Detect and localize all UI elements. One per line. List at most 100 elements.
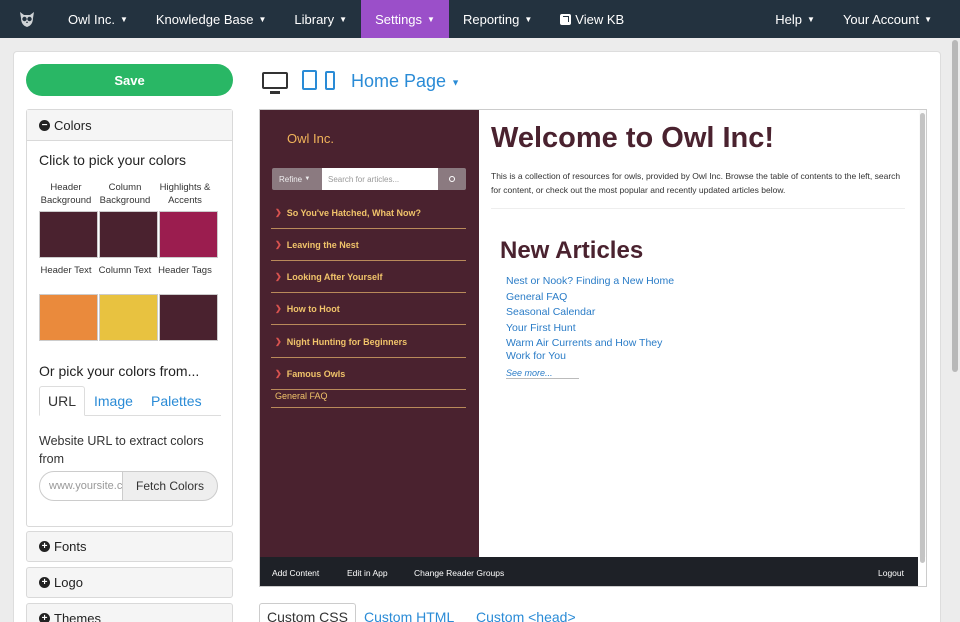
page-select-dropdown[interactable]: Home Page ▼ xyxy=(351,71,460,92)
sidebar-item[interactable]: ❯ Looking After Yourself xyxy=(271,261,466,293)
device-switcher xyxy=(262,70,335,94)
nav-reporting[interactable]: Reporting ▼ xyxy=(449,0,546,38)
swatch-label: Header Background xyxy=(40,182,92,206)
nav-owl-inc[interactable]: Owl Inc. ▼ xyxy=(54,0,142,38)
nav-your-account[interactable]: Your Account ▼ xyxy=(829,0,960,38)
color-swatch-column-background[interactable] xyxy=(99,211,158,258)
tab-custom-html[interactable]: Custom HTML xyxy=(364,609,454,622)
sidebar-item-label: Looking After Yourself xyxy=(286,271,383,282)
panel-title: Colors xyxy=(54,117,92,133)
page-scrollbar[interactable] xyxy=(950,38,960,622)
tab-palettes[interactable]: Palettes xyxy=(151,386,202,416)
scrollbar-thumb[interactable] xyxy=(952,40,958,372)
sidebar-item[interactable]: ❯ Famous Owls xyxy=(271,358,466,390)
edit-in-app-link[interactable]: Edit in App xyxy=(347,568,388,578)
panel-title: Themes xyxy=(54,611,101,622)
swatch-label: Header Text xyxy=(40,265,92,276)
chevron-down-icon: ▼ xyxy=(524,14,533,24)
color-swatch-header-background[interactable] xyxy=(39,211,98,258)
see-more-link[interactable]: See more... xyxy=(506,368,579,379)
article-link[interactable]: Seasonal Calendar xyxy=(506,305,686,321)
preview-title: Welcome to Owl Inc! xyxy=(491,122,775,154)
preview-brand[interactable]: Owl Inc. xyxy=(287,131,334,146)
tab-custom-head[interactable]: Custom <head> xyxy=(476,609,576,622)
chevron-down-icon: ▼ xyxy=(304,176,311,182)
sidebar-item-label: Leaving the Nest xyxy=(286,239,359,250)
nav-label: Library xyxy=(294,11,335,27)
website-url-input[interactable]: www.yoursite.com xyxy=(39,471,123,501)
plus-circle-icon: + xyxy=(39,577,50,588)
chevron-right-icon: ❯ xyxy=(275,369,282,378)
sidebar-item[interactable]: ❯ Night Hunting for Beginners xyxy=(271,326,466,358)
tab-image[interactable]: Image xyxy=(94,386,133,416)
page-select-label: Home Page xyxy=(351,71,447,91)
nav-library[interactable]: Library ▼ xyxy=(280,0,361,38)
color-swatch-highlights[interactable] xyxy=(159,211,218,258)
article-link[interactable]: General FAQ xyxy=(506,290,686,306)
chevron-right-icon: ❯ xyxy=(275,272,282,281)
color-swatch-header-text[interactable] xyxy=(39,294,98,341)
search-button[interactable] xyxy=(438,168,466,190)
color-source-tabs: URL Image Palettes xyxy=(39,386,221,416)
nav-label: Your Account xyxy=(842,11,920,27)
sidebar-item[interactable]: ❯ How to Hoot xyxy=(271,293,466,325)
nav-label: Settings xyxy=(375,11,423,27)
nav-settings[interactable]: Settings ▼ xyxy=(361,0,449,38)
external-link-icon xyxy=(560,13,572,25)
nav-view-kb[interactable]: View KB xyxy=(546,0,638,38)
chevron-right-icon: ❯ xyxy=(275,304,282,313)
plus-circle-icon: + xyxy=(39,541,50,552)
colors-panel: − Colors Click to pick your colors Header… xyxy=(26,109,233,527)
preview-search-input[interactable]: Search for articles... xyxy=(322,168,438,190)
colors-panel-header[interactable]: − Colors xyxy=(27,110,232,141)
fetch-colors-button[interactable]: Fetch Colors xyxy=(122,471,218,501)
chevron-right-icon: ❯ xyxy=(275,337,282,346)
logout-link[interactable]: Logout xyxy=(878,568,904,578)
chevron-down-icon: ▼ xyxy=(339,14,348,24)
desktop-icon[interactable] xyxy=(262,71,288,94)
panel-title: Logo xyxy=(54,575,83,590)
chevron-down-icon: ▼ xyxy=(258,14,267,24)
kb-preview: Owl Inc. Refine ▼ Search for articles...… xyxy=(259,109,927,587)
divider xyxy=(491,208,905,209)
chevron-down-icon: ▼ xyxy=(119,14,128,24)
chevron-right-icon: ❯ xyxy=(275,208,282,217)
sidebar-item[interactable]: ❯ So You've Hatched, What Now? xyxy=(271,197,466,229)
preview-sidebar: Owl Inc. Refine ▼ Search for articles...… xyxy=(260,110,479,557)
tab-custom-css[interactable]: Custom CSS xyxy=(259,603,356,622)
nav-help[interactable]: Help ▼ xyxy=(761,0,829,38)
sidebar-item-label: So You've Hatched, What Now? xyxy=(286,207,422,218)
fonts-panel-header[interactable]: + Fonts xyxy=(26,531,233,562)
nav-label: Reporting xyxy=(462,11,520,27)
themes-panel-header[interactable]: + Themes xyxy=(26,603,233,622)
sidebar-item-label: Night Hunting for Beginners xyxy=(286,336,408,347)
nav-knowledge-base[interactable]: Knowledge Base ▼ xyxy=(142,0,281,38)
pick-colors-heading: Click to pick your colors xyxy=(39,152,187,168)
sidebar-item-general-faq[interactable]: General FAQ xyxy=(271,391,466,408)
sidebar-item-label: How to Hoot xyxy=(286,303,340,314)
chevron-down-icon: ▼ xyxy=(807,14,815,24)
change-reader-groups-link[interactable]: Change Reader Groups xyxy=(414,568,504,578)
scrollbar-thumb[interactable] xyxy=(920,113,925,563)
preview-scrollbar[interactable] xyxy=(919,110,926,563)
add-content-link[interactable]: Add Content xyxy=(272,568,319,578)
article-link[interactable]: Nest or Nook? Finding a New Home xyxy=(506,274,686,290)
article-link[interactable]: Your First Hunt xyxy=(506,321,686,337)
tablet-icon[interactable] xyxy=(302,70,317,90)
minus-circle-icon: − xyxy=(39,119,50,131)
nav-label: Owl Inc. xyxy=(68,11,115,27)
preview-content: Welcome to Owl Inc! This is a collection… xyxy=(479,110,919,557)
refine-dropdown[interactable]: Refine ▼ xyxy=(272,168,322,190)
logo-panel-header[interactable]: + Logo xyxy=(26,567,233,598)
color-swatch-column-text[interactable] xyxy=(99,294,158,341)
sidebar-item[interactable]: ❯ Leaving the Nest xyxy=(271,229,466,261)
article-link[interactable]: Warm Air Currents and How They Work for … xyxy=(506,336,686,363)
chevron-down-icon: ▼ xyxy=(451,77,460,88)
phone-icon[interactable] xyxy=(325,70,335,90)
save-button[interactable]: Save xyxy=(26,64,233,96)
nav-label: Knowledge Base xyxy=(155,11,254,27)
tab-url[interactable]: URL xyxy=(39,386,86,416)
owl-logo-icon[interactable] xyxy=(0,0,54,38)
color-swatch-header-tags[interactable] xyxy=(159,294,218,341)
